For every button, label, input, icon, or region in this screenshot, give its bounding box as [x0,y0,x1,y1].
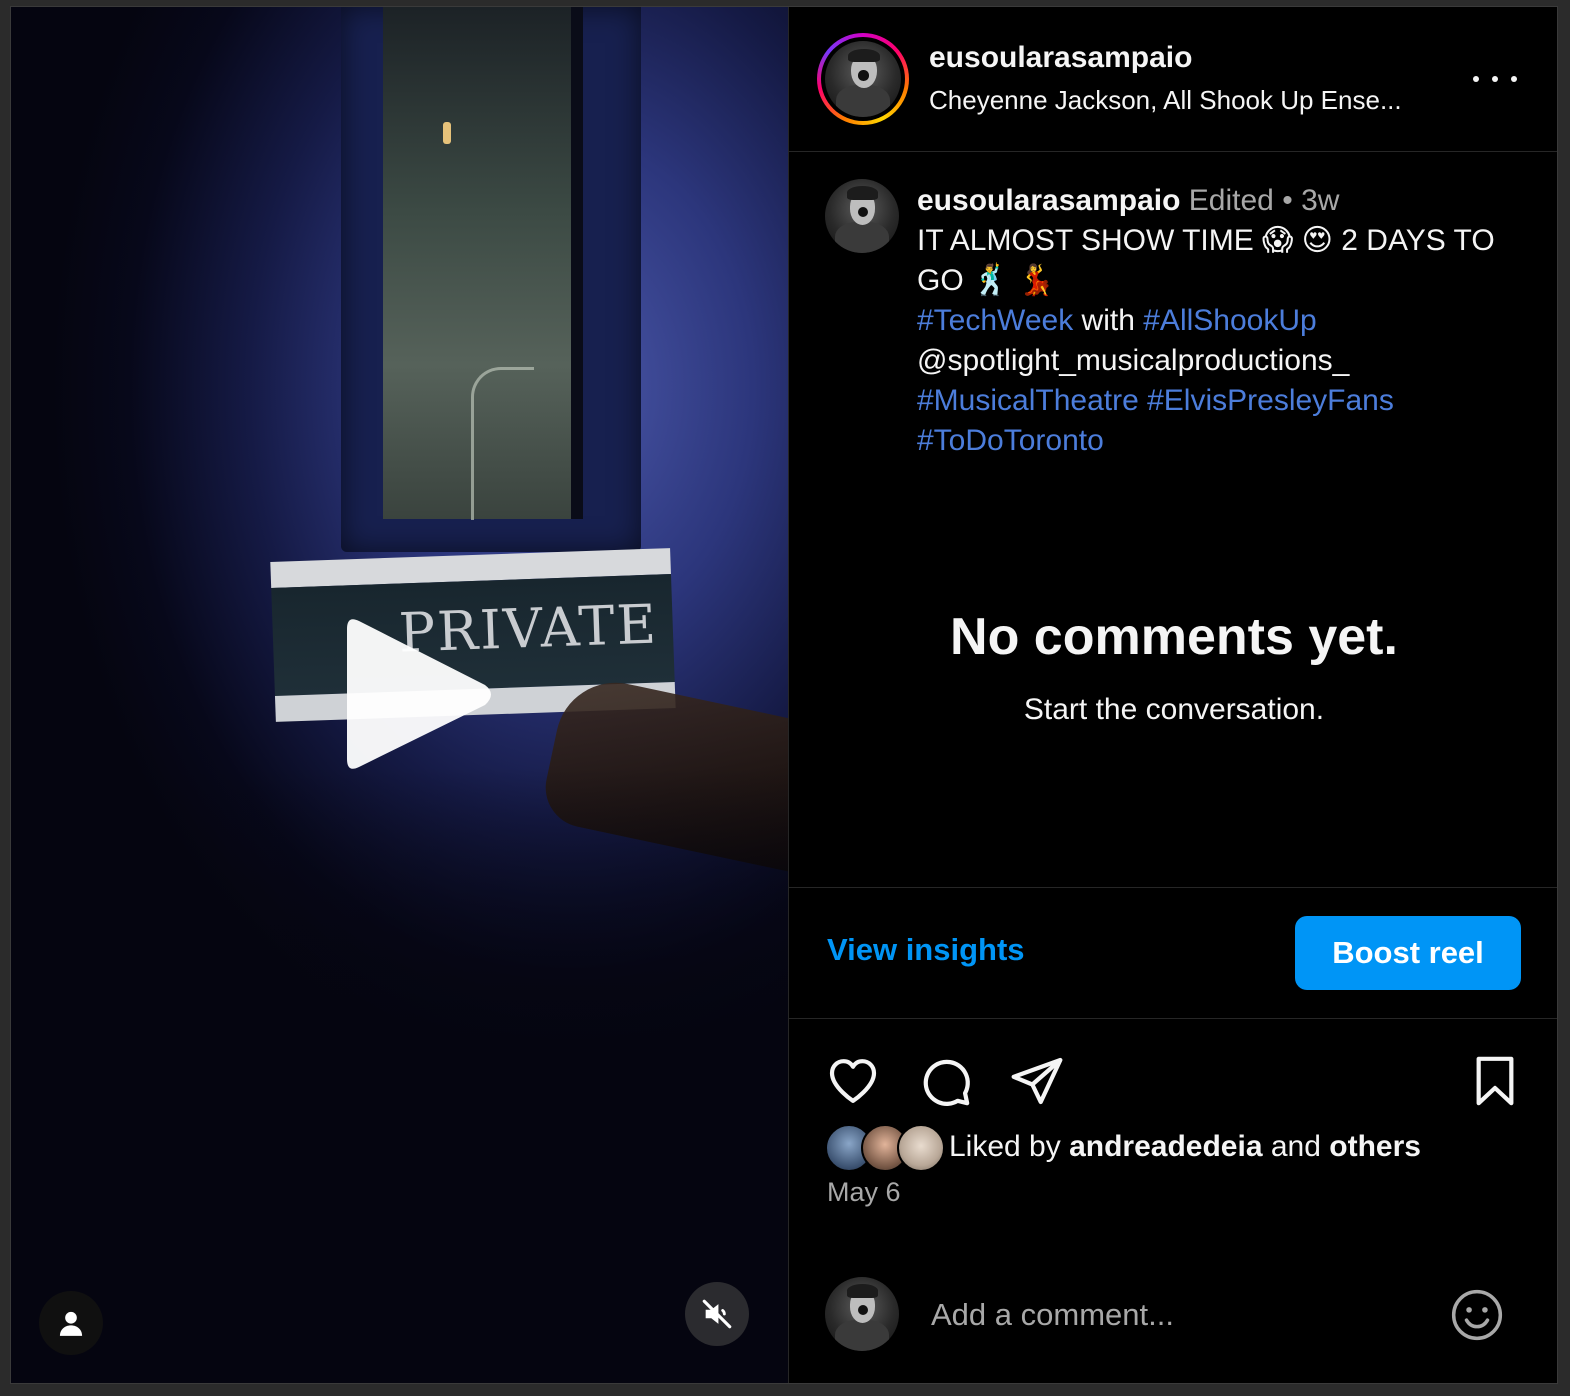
story-ring[interactable] [817,33,909,125]
bookmark-icon [1476,1056,1514,1106]
share-icon [1011,1057,1063,1105]
avatar-hair [847,1284,879,1298]
stair-rail-graphic [471,367,534,520]
more-dot-icon [1511,76,1517,82]
caption-line: IT ALMOST SHOW TIME 😱 😍 2 DAYS TO GO 🕺 💃 [917,224,1495,297]
liker-username[interactable]: andreadedeia [1069,1130,1262,1163]
play-icon [347,619,491,769]
comment-icon [923,1059,970,1106]
header-username[interactable]: eusoularasampaio [929,41,1192,75]
speaker-muted-icon [702,1299,732,1329]
light-graphic [443,122,451,144]
like-button[interactable] [825,1053,881,1109]
edited-label: Edited [1188,184,1274,217]
view-insights-link[interactable]: View insights [827,932,1025,968]
avatar-mouth [858,69,870,81]
audio-title[interactable]: Cheyenne Jackson, All Shook Up Ense... [929,85,1402,116]
hashtag-link[interactable]: #TechWeek [917,304,1073,337]
empty-comments-title: No comments yet. [950,608,1398,666]
play-button[interactable] [337,609,497,779]
video-shadow [11,767,788,1383]
hashtag-link[interactable]: #ElvisPresleyFans [1147,384,1394,417]
composer-avatar [825,1277,899,1351]
insights-bar: View insights Boost reel [789,887,1557,1019]
more-dot-icon [1492,76,1498,82]
avatar-body [835,221,889,253]
caption-hashtag-line: #MusicalTheatre #ElvisPresleyFans [917,381,1517,421]
tagged-users-button[interactable] [39,1291,103,1355]
hashtag-link[interactable]: #AllShookUp [1143,304,1316,337]
reel-video[interactable]: PRIVATE [11,7,788,1383]
post-date[interactable]: May 6 [827,1177,901,1208]
more-dot-icon [1473,76,1479,82]
empty-comments-subtitle: Start the conversation. [1023,693,1325,726]
mention-link[interactable]: @spotlight_musicalproductions_ [917,341,1517,381]
mute-button[interactable] [685,1282,749,1346]
meta-separator: • [1282,184,1293,217]
post-side-panel: eusoularasampaio Cheyenne Jackson, All S… [788,7,1557,1383]
likes-text: Liked by andreadedeia and others [949,1130,1421,1164]
caption-meta-line: eusoularasampaio Edited • 3w [917,181,1517,221]
comment-input[interactable] [929,1289,1413,1341]
liker-avatar[interactable] [897,1124,945,1172]
caption-word: with [1081,304,1135,337]
smiley-icon [1451,1289,1503,1341]
likes-prefix: Liked by [949,1130,1061,1163]
more-options-button[interactable] [1473,65,1517,93]
post-modal: PRIVATE eusoularasampaio Cheyenne Jackso… [10,6,1558,1384]
comment-composer [789,1243,1557,1383]
empty-comments: No comments yet. Start the conversation. [789,607,1557,727]
post-age[interactable]: 3w [1301,184,1339,217]
heart-icon [829,1059,877,1103]
person-icon [59,1311,83,1336]
hashtag-link[interactable]: #ToDoToronto [917,421,1517,461]
caption-username[interactable]: eusoularasampaio [917,184,1180,217]
hashtag-link[interactable]: #MusicalTheatre [917,384,1139,417]
emoji-button[interactable] [1449,1287,1505,1343]
share-button[interactable] [1009,1053,1065,1109]
likes-others-link[interactable]: others [1329,1130,1421,1163]
save-button[interactable] [1467,1053,1523,1109]
caption-hashtag-line: #TechWeek with #AllShookUp [917,301,1517,341]
avatar-hair [847,48,880,63]
avatar-body [835,85,891,117]
likes-summary: Liked by andreadedeia and others [825,1122,1545,1172]
caption-section: eusoularasampaio Edited • 3w IT ALMOST S… [789,151,1557,887]
boost-reel-button[interactable]: Boost reel [1295,916,1521,990]
door-window-graphic [383,7,583,520]
caption-avatar[interactable] [825,179,899,253]
caption-text: eusoularasampaio Edited • 3w IT ALMOST S… [917,181,1517,461]
avatar-hair [847,186,879,200]
comment-button[interactable] [917,1053,973,1109]
avatar-body [835,1319,889,1351]
likes-and: and [1270,1130,1321,1163]
avatar [825,41,901,117]
post-header: eusoularasampaio Cheyenne Jackson, All S… [789,7,1557,152]
